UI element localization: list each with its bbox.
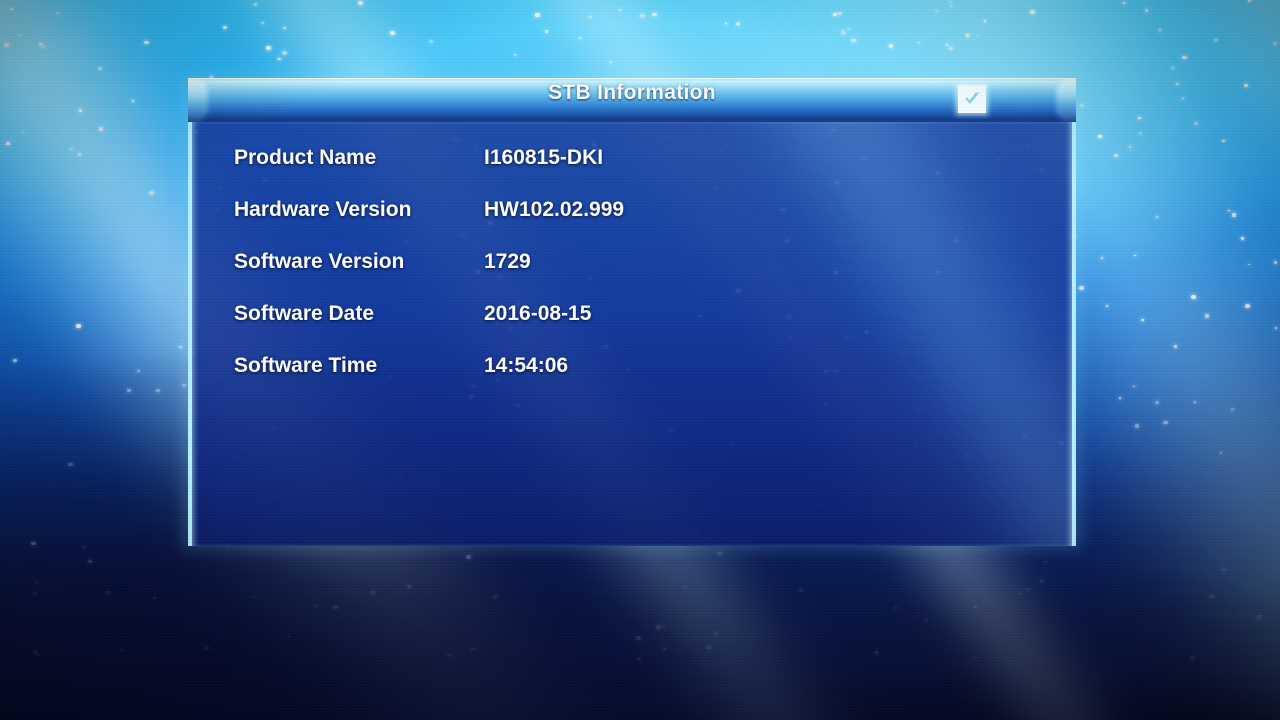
checkbox-checked-icon[interactable] bbox=[958, 85, 986, 113]
info-value: 1729 bbox=[484, 250, 531, 273]
info-label: Hardware Version bbox=[234, 198, 412, 221]
list-item: Software Date 2016-08-15 bbox=[234, 302, 1072, 354]
info-value: 14:54:06 bbox=[484, 354, 569, 377]
info-label: Software Time bbox=[234, 354, 378, 377]
dialog-title-bar: STB Information bbox=[188, 78, 1076, 122]
tv-screen: STB Information Product Name I160815-DKI… bbox=[0, 0, 1280, 720]
list-item: Software Time 14:54:06 bbox=[234, 354, 1072, 406]
dialog-body: Product Name I160815-DKI Hardware Versio… bbox=[188, 122, 1076, 546]
info-value: 2016-08-15 bbox=[484, 302, 592, 325]
info-label: Software Date bbox=[234, 302, 375, 325]
stb-info-list: Product Name I160815-DKI Hardware Versio… bbox=[192, 122, 1072, 406]
info-value: HW102.02.999 bbox=[484, 198, 625, 221]
info-label: Product Name bbox=[234, 146, 377, 169]
list-item: Product Name I160815-DKI bbox=[234, 146, 1072, 198]
info-value: I160815-DKI bbox=[484, 146, 604, 169]
stb-information-dialog: STB Information Product Name I160815-DKI… bbox=[188, 78, 1076, 546]
dialog-title: STB Information bbox=[548, 81, 716, 104]
list-item: Software Version 1729 bbox=[234, 250, 1072, 302]
info-label: Software Version bbox=[234, 250, 405, 273]
list-item: Hardware Version HW102.02.999 bbox=[234, 198, 1072, 250]
